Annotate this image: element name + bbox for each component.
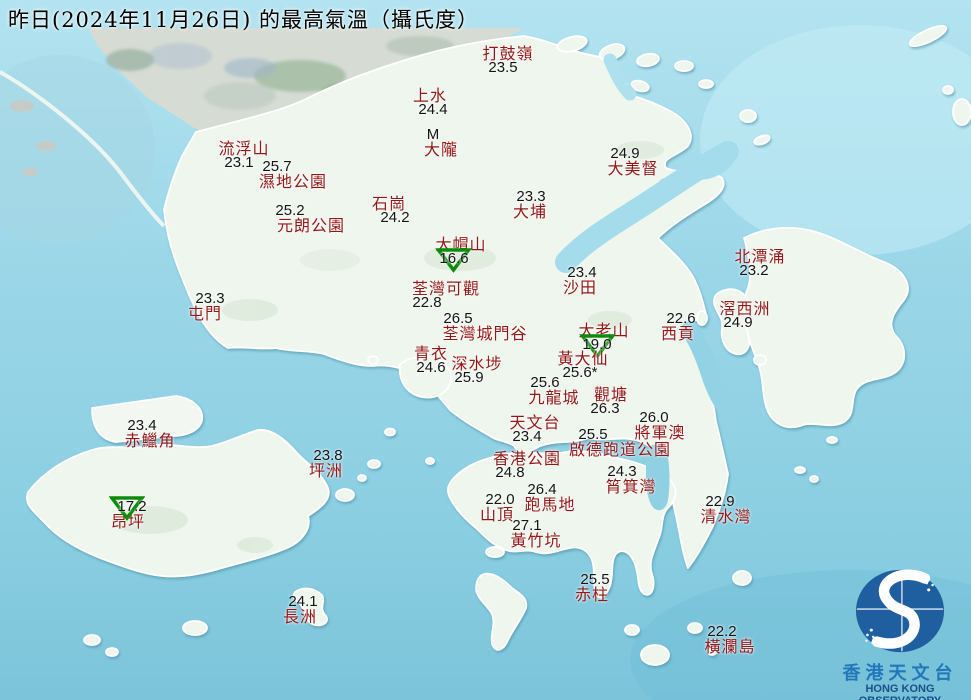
hko-logo: 香港天文台 HONG KONG OBSERVATORY bbox=[833, 566, 967, 700]
station-value: 16.6 bbox=[428, 248, 479, 273]
station-value: 24.9 bbox=[723, 314, 753, 331]
station-value: 23.2 bbox=[739, 262, 769, 279]
station-name: 大隴 bbox=[423, 140, 459, 159]
station-value: 22.6 bbox=[666, 310, 696, 327]
station-value: 25.6 bbox=[530, 374, 560, 391]
station-name: 長洲 bbox=[282, 607, 318, 626]
weather-station: 24.1 長洲 bbox=[282, 593, 318, 626]
weather-station: 25.7 濕地公園 bbox=[258, 159, 328, 191]
weather-station: 22.0 山頂 bbox=[480, 491, 515, 523]
station-value: 25.9 bbox=[454, 369, 484, 386]
hko-logo-name-en: HONG KONG OBSERVATORY bbox=[859, 683, 942, 700]
station-name: 元朗公園 bbox=[276, 216, 346, 235]
station-value: 27.1 bbox=[512, 517, 542, 534]
station-value: 26.5 bbox=[443, 310, 473, 327]
station-name: 跑馬地 bbox=[524, 495, 576, 514]
weather-station: 25.6 九龍城 bbox=[528, 375, 580, 407]
weather-station: 25.2 元朗公園 bbox=[275, 203, 346, 235]
weather-station: 深水埗 25.9 bbox=[451, 356, 502, 386]
weather-station: 25.5 啟德跑道公園 bbox=[568, 427, 672, 459]
station-name: 清水灣 bbox=[700, 507, 752, 526]
weather-station: 大老山 19.0 bbox=[578, 323, 629, 359]
station-value: 23.3 bbox=[195, 290, 225, 307]
station-value: 23.8 bbox=[313, 447, 343, 464]
station-value: 26.4 bbox=[527, 481, 557, 498]
station-value: 26.3 bbox=[590, 400, 620, 417]
station-value: 22.0 bbox=[485, 491, 515, 508]
station-name: 橫瀾島 bbox=[704, 637, 756, 656]
station-value: 22.9 bbox=[705, 493, 735, 510]
weather-station: 23.3 大埔 bbox=[512, 188, 548, 221]
hko-logo-icon bbox=[855, 569, 945, 653]
station-value: 24.2 bbox=[380, 209, 410, 226]
station-name: 沙田 bbox=[562, 278, 598, 297]
station-value: 23.3 bbox=[516, 188, 546, 205]
station-value: 26.0 bbox=[639, 409, 669, 426]
station-name: 赤鱲角 bbox=[124, 431, 176, 450]
weather-station: 荃灣可觀 22.8 bbox=[412, 281, 480, 311]
weather-station: 24.9 大美督 bbox=[607, 146, 659, 178]
station-value: 25.7 bbox=[262, 158, 292, 175]
weather-station: 17.2 昂坪 bbox=[108, 496, 147, 530]
weather-station: 滘西洲 24.9 bbox=[719, 301, 770, 331]
station-value: 22.8 bbox=[412, 294, 442, 311]
stations-layer: 打鼓嶺 23.5 上水 24.4 M 大隴 流浮山 23.1 25.7 濕地公園 25.2 元朗公園石… bbox=[0, 0, 971, 700]
station-value: 22.2 bbox=[707, 623, 737, 640]
station-name: 啟德跑道公園 bbox=[568, 440, 672, 459]
station-value: 25.2 bbox=[275, 202, 305, 219]
weather-station: 24.3 筲箕灣 bbox=[605, 464, 657, 496]
station-name: 赤柱 bbox=[574, 585, 610, 604]
station-value: 25.5 bbox=[580, 571, 610, 588]
station-value: 25.5 bbox=[578, 426, 608, 443]
station-value: 24.1 bbox=[288, 593, 318, 610]
weather-station: 觀塘 26.3 bbox=[590, 387, 628, 417]
weather-station: M 大隴 bbox=[423, 127, 459, 159]
station-value: 24.4 bbox=[418, 101, 448, 118]
weather-station: 大帽山 16.6 bbox=[434, 237, 486, 273]
temperature-map-root: 昨日(2024年11月26日) 的最高氣溫（攝氏度） 打鼓嶺 23.5 上水 24.4… bbox=[0, 0, 971, 700]
weather-station: 26.4 跑馬地 bbox=[524, 482, 576, 514]
weather-station: 25.5 赤柱 bbox=[574, 571, 610, 604]
weather-station: 香港公園 24.8 bbox=[493, 451, 561, 481]
weather-station: 石崗 24.2 bbox=[372, 196, 410, 226]
page-title: 昨日(2024年11月26日) 的最高氣溫（攝氏度） bbox=[8, 8, 479, 32]
hko-logo-name-zh: 香港天文台 bbox=[842, 663, 958, 683]
station-name: 濕地公園 bbox=[258, 172, 328, 191]
weather-station: 23.8 坪洲 bbox=[308, 447, 344, 480]
station-name: 荃灣城門谷 bbox=[442, 324, 528, 343]
station-name: 黃竹坑 bbox=[510, 531, 562, 550]
station-value: 24.9 bbox=[610, 145, 640, 162]
weather-station: 打鼓嶺 23.5 bbox=[482, 46, 533, 76]
weather-station: 26.5 荃灣城門谷 bbox=[442, 311, 528, 343]
station-name: 大埔 bbox=[512, 202, 548, 221]
weather-station: 23.3 屯門 bbox=[187, 291, 225, 323]
weather-station: 22.6 西貢 bbox=[660, 310, 696, 343]
station-name: 西貢 bbox=[660, 324, 696, 343]
station-name: 筲箕灣 bbox=[605, 477, 657, 496]
station-name: 九龍城 bbox=[528, 388, 580, 407]
station-name: 屯門 bbox=[187, 304, 223, 323]
station-value: 17.2 bbox=[108, 496, 149, 521]
station-value: 23.4 bbox=[127, 417, 157, 434]
station-missing-flag: M bbox=[426, 126, 440, 143]
station-value: 24.8 bbox=[495, 464, 525, 481]
station-value: 23.4 bbox=[567, 264, 597, 281]
weather-station: 22.2 橫瀾島 bbox=[704, 624, 756, 656]
weather-station: 23.4 赤鱲角 bbox=[124, 418, 176, 450]
weather-station: 23.4 沙田 bbox=[562, 264, 598, 297]
weather-station: 北潭涌 23.2 bbox=[734, 249, 785, 279]
weather-station: 22.9 清水灣 bbox=[700, 494, 752, 526]
station-name: 大美督 bbox=[607, 159, 659, 178]
weather-station: 上水 24.4 bbox=[413, 88, 448, 118]
weather-station: 27.1 黃竹坑 bbox=[510, 518, 562, 550]
station-name: 坪洲 bbox=[308, 461, 344, 480]
station-value: 23.5 bbox=[488, 59, 518, 76]
station-value: 24.3 bbox=[607, 463, 637, 480]
